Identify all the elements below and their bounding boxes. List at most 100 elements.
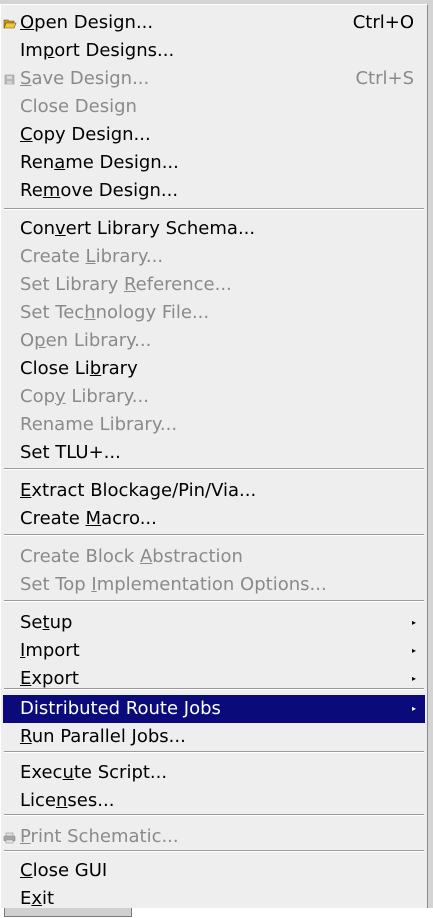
menu-item-close-library[interactable]: Close Library xyxy=(3,355,425,383)
label-text: bstraction xyxy=(152,546,243,567)
menu-item-licenses[interactable]: Licenses... xyxy=(3,787,425,815)
submenu-arrow-icon: ▸ xyxy=(411,704,416,713)
menu-separator xyxy=(4,850,424,852)
menu-item-run-parallel-jobs[interactable]: Run Parallel Jobs... xyxy=(3,723,425,751)
label-text: te Script... xyxy=(73,762,168,783)
menu-item-create-library: Create Library... xyxy=(3,243,425,271)
label-text: nology File... xyxy=(95,302,210,323)
label-text: Cop xyxy=(20,386,56,407)
menu-separator xyxy=(4,814,424,816)
menu-item-create-macro[interactable]: Create Macro... xyxy=(3,505,425,533)
menu-item-set-technology-file: Set Technology File... xyxy=(3,299,425,327)
mnemonic-char: v xyxy=(55,218,66,239)
menu-item-label: Close Library xyxy=(20,355,138,383)
mnemonic-char: M xyxy=(85,508,102,529)
menu-item-import[interactable]: Import ▸ xyxy=(3,637,425,665)
mnemonic-char: p xyxy=(34,330,46,351)
label-text: acro... xyxy=(101,508,157,529)
menu-item-remove-design[interactable]: Remove Design... xyxy=(3,177,425,205)
label-text: Im xyxy=(20,40,43,61)
menu-item-extract-blockage[interactable]: Extract Blockage/Pin/Via... xyxy=(3,477,425,505)
menu-item-close-gui[interactable]: Close GUI xyxy=(3,857,425,885)
menu-item-save-design: Save Design... Ctrl+S xyxy=(3,65,425,93)
menu-item-set-tlu[interactable]: Set TLU+... xyxy=(3,439,425,467)
label-text: E xyxy=(20,888,32,909)
menu-separator xyxy=(4,208,424,210)
label-text: Set Tec xyxy=(20,302,85,323)
submenu-arrow-icon: ▸ xyxy=(411,618,416,627)
menu-item-label: Execute Script... xyxy=(20,759,167,787)
menu-item-label: Setup xyxy=(20,609,72,637)
label-text: lose GUI xyxy=(32,860,108,881)
mnemonic-char: h xyxy=(84,302,96,323)
menu-item-label: Open Library... xyxy=(20,327,151,355)
menu-item-open-design[interactable]: Open Design... Ctrl+O xyxy=(3,9,425,37)
label-text: Ren xyxy=(20,152,55,173)
menu-item-copy-design[interactable]: Copy Design... xyxy=(3,121,425,149)
label-text: it xyxy=(42,888,55,909)
menu-item-set-top-implementation-options: Set Top Implementation Options... xyxy=(3,571,425,599)
menu-item-setup[interactable]: Setup ▸ xyxy=(3,609,425,637)
label-text: Re xyxy=(20,180,43,201)
mnemonic-char: L xyxy=(85,246,96,267)
label-text: xtract Blockage/Pin/Via... xyxy=(31,480,257,501)
label-text: eference... xyxy=(135,274,232,295)
label-text: Set Top xyxy=(20,574,92,595)
menu-separator xyxy=(4,534,424,536)
mnemonic-char: A xyxy=(139,546,153,567)
menu-item-label: Convert Library Schema... xyxy=(20,215,255,243)
label-text: ort Designs... xyxy=(54,40,175,61)
label-text: Create xyxy=(20,508,86,529)
menu-item-label: Licenses... xyxy=(20,787,114,815)
label-text: Close Design xyxy=(20,96,137,117)
menu-separator xyxy=(4,751,424,753)
label-text: up xyxy=(49,612,73,633)
label-text: O xyxy=(20,330,35,351)
mnemonic-char: b xyxy=(89,358,102,379)
menu-item-import-designs[interactable]: Import Designs... xyxy=(3,37,425,65)
menu-item-label: Rename Design... xyxy=(20,149,179,177)
menu-item-label: Run Parallel Jobs... xyxy=(20,723,186,751)
label-text: Distributed Route xyxy=(20,698,184,719)
label-text: Con xyxy=(20,218,55,239)
menu-item-label: Create Block Abstraction xyxy=(20,543,243,571)
menu-item-convert-library-schema[interactable]: Convert Library Schema... xyxy=(3,215,425,243)
folder-open-icon xyxy=(3,9,17,37)
underlying-tab xyxy=(4,908,132,917)
mnemonic-char: n xyxy=(56,790,68,811)
menu-item-close-design: Close Design xyxy=(3,93,425,121)
label-text: Rename Library... xyxy=(20,414,178,435)
menu-item-label: Close GUI xyxy=(20,857,107,885)
menu-item-distributed-route-jobs[interactable]: Distributed Route Jobs ▸ xyxy=(3,695,425,723)
menu-item-label: Set TLU+... xyxy=(20,439,121,467)
label-text: un Parallel Jobs... xyxy=(31,726,186,747)
menu-item-execute-script[interactable]: Execute Script... xyxy=(3,759,425,787)
label-text: mport xyxy=(25,640,80,661)
menu-item-copy-library: Copy Library... xyxy=(3,383,425,411)
menu-item-open-library: Open Library... xyxy=(3,327,425,355)
menu-item-rename-design[interactable]: Rename Design... xyxy=(3,149,425,177)
menu-item-label: Distributed Route Jobs xyxy=(20,695,221,723)
mnemonic-char: R xyxy=(20,726,32,747)
label-text: xport xyxy=(31,668,79,689)
label-text: Set Library xyxy=(20,274,124,295)
label-text: Close Li xyxy=(20,358,90,379)
label-text: ibrary... xyxy=(95,246,164,267)
menu-item-label: Set Technology File... xyxy=(20,299,209,327)
accelerator-label: Ctrl+O xyxy=(352,12,414,33)
mnemonic-char: a xyxy=(54,152,66,173)
mnemonic-char: O xyxy=(20,12,35,33)
label-text: Lice xyxy=(20,790,56,811)
label-text: Set TLU+... xyxy=(20,442,121,463)
mnemonic-char: E xyxy=(20,480,32,501)
underlying-window-edge xyxy=(0,908,433,918)
label-text: opy Design... xyxy=(32,124,151,145)
label-text: me Design... xyxy=(65,152,179,173)
mnemonic-char: p xyxy=(42,40,55,61)
mnemonic-char: m xyxy=(42,180,61,201)
menu-item-label: Import Designs... xyxy=(20,37,174,65)
accelerator-label: Ctrl+S xyxy=(355,68,414,89)
menu-item-label: Copy Library... xyxy=(20,383,149,411)
mnemonic-char: u xyxy=(62,762,74,783)
label-text: ove Design... xyxy=(60,180,179,201)
